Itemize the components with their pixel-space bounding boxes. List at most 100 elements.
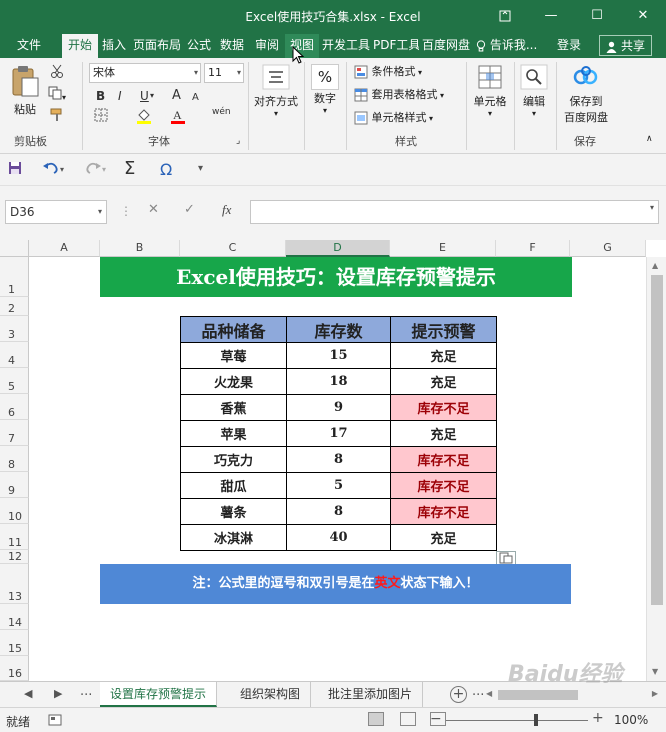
- resize-handle-icon[interactable]: ⋮: [120, 204, 132, 218]
- column-header-e[interactable]: E: [390, 240, 496, 257]
- cancel-icon[interactable]: ✕: [148, 202, 159, 217]
- grow-font-button[interactable]: A: [172, 86, 181, 106]
- zoom-in-icon[interactable]: +: [592, 710, 604, 726]
- row-header[interactable]: 1: [0, 257, 29, 297]
- italic-button[interactable]: I: [118, 86, 122, 106]
- cut-button[interactable]: [48, 64, 66, 81]
- scroll-up-icon[interactable]: ▲: [652, 261, 658, 270]
- stock-cell[interactable]: 5: [286, 472, 391, 499]
- column-header-g[interactable]: G: [570, 240, 646, 257]
- tab-pdf-tools[interactable]: PDF工具: [373, 34, 419, 58]
- alert-cell-warning[interactable]: 库存不足: [390, 394, 497, 421]
- sheet-tab-org-chart[interactable]: 组织架构图: [230, 682, 312, 707]
- tab-developer[interactable]: 开发工具: [321, 34, 371, 58]
- tab-formulas[interactable]: 公式: [184, 34, 214, 58]
- item-cell[interactable]: 冰淇淋: [180, 524, 287, 551]
- alert-cell-warning[interactable]: 库存不足: [390, 472, 497, 499]
- row-header[interactable]: 13: [0, 564, 29, 604]
- scrollbar-thumb[interactable]: [651, 275, 663, 605]
- page-layout-view-button[interactable]: [400, 712, 416, 726]
- stock-cell[interactable]: 15: [286, 342, 391, 369]
- item-cell[interactable]: 薯条: [180, 498, 287, 525]
- row-header[interactable]: 16: [0, 656, 29, 681]
- phonetic-guide-button[interactable]: wén: [212, 102, 231, 122]
- formula-input[interactable]: ▾: [250, 200, 659, 224]
- zoom-out-icon[interactable]: −: [430, 711, 442, 727]
- redo-icon[interactable]: ▾: [84, 160, 108, 179]
- alert-cell[interactable]: 充足: [390, 524, 497, 551]
- login-link[interactable]: 登录: [552, 34, 586, 58]
- normal-view-button[interactable]: [368, 712, 384, 726]
- zoom-slider-handle[interactable]: [534, 714, 538, 726]
- alert-cell[interactable]: 充足: [390, 420, 497, 447]
- tab-insert[interactable]: 插入: [98, 34, 130, 58]
- omega-icon[interactable]: Ω: [160, 160, 172, 179]
- zoom-level[interactable]: 100%: [614, 713, 648, 727]
- item-cell[interactable]: 草莓: [180, 342, 287, 369]
- tab-file[interactable]: 文件: [8, 34, 50, 58]
- column-header-c[interactable]: C: [180, 240, 286, 257]
- minimize-button[interactable]: —: [528, 0, 574, 32]
- format-as-table-button[interactable]: 套用表格格式 ▾: [354, 85, 444, 105]
- row-header[interactable]: 8: [0, 446, 29, 472]
- cells-button[interactable]: 单元格 ▾: [470, 64, 510, 118]
- stock-cell[interactable]: 18: [286, 368, 391, 395]
- row-header[interactable]: 6: [0, 394, 29, 420]
- undo-icon[interactable]: ▾: [42, 160, 66, 179]
- header-item[interactable]: 品种储备: [180, 316, 287, 343]
- ribbon-display-options-button[interactable]: [482, 0, 528, 32]
- editing-button[interactable]: 编辑 ▾: [516, 64, 552, 118]
- column-header-b[interactable]: B: [100, 240, 180, 257]
- tab-home[interactable]: 开始: [62, 34, 98, 58]
- alert-cell[interactable]: 充足: [390, 368, 497, 395]
- shrink-font-button[interactable]: A: [192, 88, 199, 108]
- prev-sheet-icon[interactable]: ◀: [24, 687, 32, 700]
- select-all-corner[interactable]: [0, 240, 29, 257]
- header-stock[interactable]: 库存数: [286, 316, 391, 343]
- macro-record-icon[interactable]: [48, 713, 62, 730]
- row-header[interactable]: 15: [0, 630, 29, 656]
- tab-page-layout[interactable]: 页面布局: [132, 34, 182, 58]
- scroll-left-icon[interactable]: ◀: [486, 689, 492, 698]
- tell-me-search[interactable]: 告诉我...: [476, 34, 548, 58]
- item-cell[interactable]: 甜瓜: [180, 472, 287, 499]
- fill-color-button[interactable]: [136, 108, 152, 128]
- tab-baidu-netdisk[interactable]: 百度网盘: [421, 34, 471, 58]
- save-icon[interactable]: [8, 160, 22, 179]
- maximize-button[interactable]: ☐: [574, 0, 620, 32]
- underline-button[interactable]: U: [140, 86, 149, 106]
- conditional-format-button[interactable]: 条件格式 ▾: [354, 62, 422, 82]
- row-header[interactable]: 11: [0, 524, 29, 550]
- copy-button[interactable]: ▾: [48, 86, 74, 103]
- row-header[interactable]: 12: [0, 550, 29, 564]
- tab-data[interactable]: 数据: [216, 34, 248, 58]
- row-header[interactable]: 10: [0, 498, 29, 524]
- row-header[interactable]: 9: [0, 472, 29, 498]
- sum-icon[interactable]: Σ: [124, 158, 135, 179]
- column-header-f[interactable]: F: [496, 240, 570, 257]
- stock-cell[interactable]: 8: [286, 446, 391, 473]
- save-to-baidu-button[interactable]: 保存到 百度网盘: [558, 64, 614, 125]
- item-cell[interactable]: 香蕉: [180, 394, 287, 421]
- font-size-combo[interactable]: 11 ▾: [204, 63, 244, 83]
- name-box[interactable]: D36 ▾: [5, 200, 107, 224]
- tab-review[interactable]: 审阅: [251, 34, 283, 58]
- stock-cell[interactable]: 9: [286, 394, 391, 421]
- sheet-banner-title[interactable]: Excel使用技巧：设置库存预警提示: [100, 257, 572, 297]
- row-header[interactable]: 3: [0, 316, 29, 342]
- cell-styles-button[interactable]: 单元格样式 ▾: [354, 108, 433, 128]
- borders-button[interactable]: [94, 108, 108, 128]
- more-sheets-right[interactable]: ...: [472, 684, 484, 699]
- item-cell[interactable]: 巧克力: [180, 446, 287, 473]
- font-color-button[interactable]: A: [170, 108, 186, 128]
- alert-cell[interactable]: 充足: [390, 342, 497, 369]
- number-format-button[interactable]: % 数字 ▾: [308, 64, 342, 115]
- sheet-tab-inventory-alert[interactable]: 设置库存预警提示: [100, 682, 218, 707]
- row-header[interactable]: 2: [0, 297, 29, 316]
- header-alert[interactable]: 提示预警: [390, 316, 497, 343]
- add-sheet-button[interactable]: +: [450, 686, 467, 703]
- alert-cell-warning[interactable]: 库存不足: [390, 498, 497, 525]
- more-sheets-left[interactable]: ...: [80, 684, 92, 699]
- underline-dropdown-icon[interactable]: ▾: [150, 86, 154, 106]
- enter-icon[interactable]: ✓: [184, 202, 195, 217]
